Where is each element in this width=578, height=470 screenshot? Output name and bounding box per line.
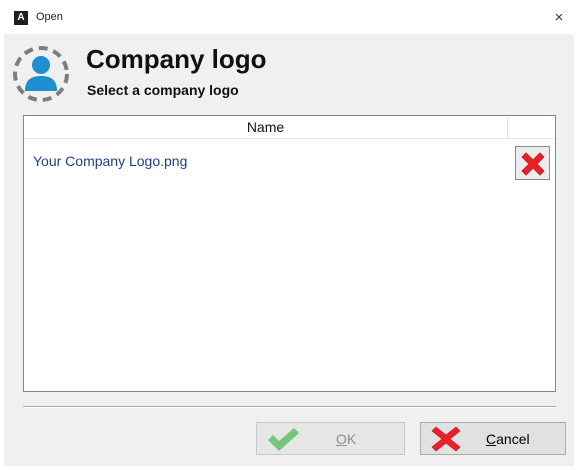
list-item[interactable]: Your Company Logo.png bbox=[24, 144, 555, 180]
window-title: Open bbox=[36, 11, 63, 23]
checkmark-icon bbox=[265, 426, 301, 455]
close-button[interactable]: × bbox=[546, 6, 572, 30]
ok-button[interactable]: OK bbox=[256, 422, 405, 455]
dialog-body: Company logo Select a company logo Name … bbox=[4, 34, 574, 466]
page-title: Company logo bbox=[86, 44, 267, 74]
list-item-name: Your Company Logo.png bbox=[33, 153, 188, 169]
ok-button-label: OK bbox=[336, 431, 357, 447]
cancel-button[interactable]: Cancel bbox=[420, 422, 566, 455]
separator bbox=[23, 406, 556, 408]
delete-button[interactable] bbox=[515, 146, 550, 180]
app-icon: A bbox=[14, 11, 28, 25]
logo-list[interactable]: Name Your Company Logo.png bbox=[23, 115, 556, 392]
cancel-button-label: Cancel bbox=[486, 431, 530, 447]
column-header-name[interactable]: Name bbox=[24, 116, 508, 138]
delete-x-icon bbox=[521, 152, 545, 176]
user-icon bbox=[12, 43, 70, 105]
page-subtitle: Select a company logo bbox=[87, 82, 239, 98]
title-bar: A Open × bbox=[0, 0, 578, 34]
list-header: Name bbox=[24, 116, 555, 139]
cross-icon bbox=[429, 426, 463, 455]
